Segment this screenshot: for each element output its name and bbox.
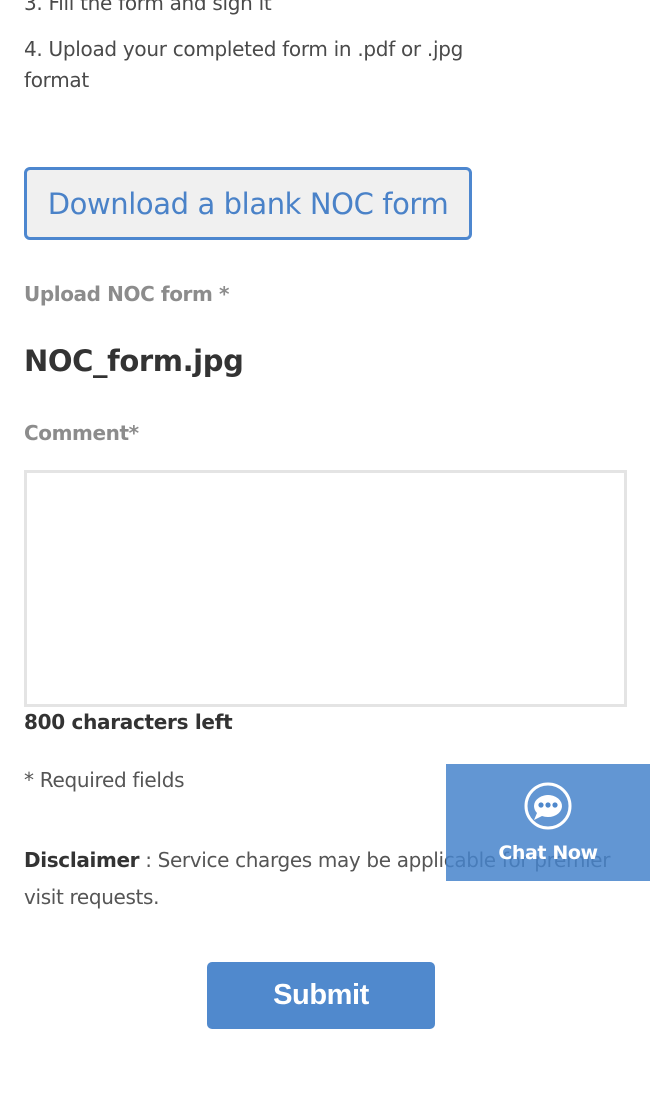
- download-button-label: Download a blank NOC form: [47, 186, 449, 221]
- disclaimer-separator: :: [139, 848, 158, 872]
- chat-now-button[interactable]: Chat Now: [446, 764, 650, 881]
- submit-button[interactable]: Submit: [207, 962, 435, 1029]
- uploaded-filename[interactable]: NOC_form.jpg: [24, 344, 244, 378]
- instruction-step-3: 3. Fill the form and sign it: [24, 0, 272, 15]
- upload-noc-form-label: Upload NOC form *: [24, 282, 230, 306]
- characters-left-counter: 800 characters left: [24, 710, 233, 734]
- disclaimer-title: Disclaimer: [24, 848, 140, 872]
- required-fields-note: * Required fields: [24, 768, 185, 792]
- instruction-step-4: 4. Upload your completed form in .pdf or…: [24, 37, 464, 92]
- download-blank-noc-form-button[interactable]: Download a blank NOC form: [24, 167, 472, 240]
- submit-button-label: Submit: [273, 979, 369, 1011]
- comment-textarea[interactable]: [24, 470, 627, 707]
- comment-label: Comment*: [24, 421, 139, 445]
- chat-bubble-icon: [524, 782, 572, 830]
- chat-now-label: Chat Now: [498, 842, 598, 864]
